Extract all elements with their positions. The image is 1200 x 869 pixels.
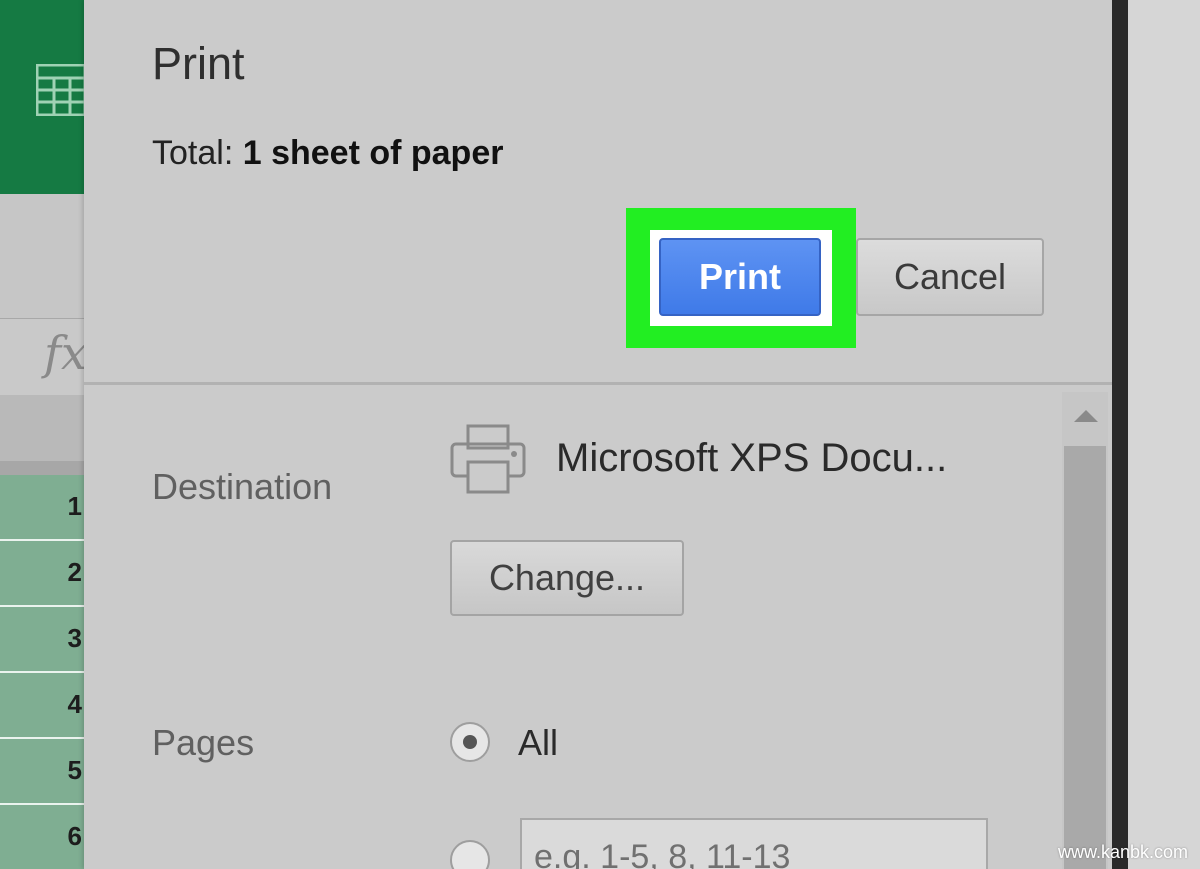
destination-printer-name: Microsoft XPS Docu... [556, 436, 948, 480]
row-number: 3 [67, 623, 82, 653]
row-header[interactable]: 2 [0, 541, 84, 607]
excel-table-icon [36, 64, 86, 116]
destination-label: Destination [152, 466, 333, 507]
change-destination-button[interactable]: Change... [450, 540, 684, 616]
scroll-up-arrow-icon[interactable] [1074, 410, 1098, 422]
background-window [1128, 0, 1200, 869]
total-prefix: Total: [152, 134, 243, 172]
print-button[interactable]: Print [659, 238, 821, 316]
row-header[interactable]: 5 [0, 739, 84, 805]
row-header[interactable]: 1 [0, 475, 84, 541]
cancel-button[interactable]: Cancel [856, 238, 1044, 316]
pages-custom-radio[interactable] [450, 840, 490, 869]
dialog-separator [84, 382, 1112, 385]
row-number: 5 [67, 755, 82, 785]
row-number: 1 [67, 491, 82, 521]
total-summary: Total: 1 sheet of paper [152, 134, 503, 173]
row-number: 4 [67, 689, 82, 719]
printer-icon [450, 424, 526, 494]
row-number: 2 [67, 557, 82, 587]
formula-fx-label[interactable]: fx [44, 326, 87, 380]
watermark: www.kanbk.com [1057, 842, 1188, 862]
radio-selected-dot [463, 735, 477, 749]
row-header[interactable]: 4 [0, 673, 84, 739]
select-all-corner[interactable] [0, 461, 84, 475]
pages-all-label[interactable]: All [518, 722, 558, 764]
screen: fx 1 2 3 4 5 6 Print Total: 1 sheet of p… [0, 0, 1200, 869]
window-edge [1112, 0, 1128, 869]
pages-all-radio[interactable] [450, 722, 490, 762]
scrollbar-thumb[interactable] [1064, 446, 1106, 869]
pages-range-input[interactable]: e.g. 1-5, 8, 11-13 [520, 818, 988, 869]
dialog-title: Print [152, 38, 245, 89]
total-value: 1 sheet of paper [242, 134, 504, 172]
row-header[interactable]: 3 [0, 607, 84, 673]
excel-ribbon [0, 0, 86, 194]
row-header[interactable]: 6 [0, 805, 84, 869]
column-header-strip [0, 395, 84, 461]
print-dialog: Print Total: 1 sheet of paper Print Canc… [84, 0, 1112, 869]
row-headers: 1 2 3 4 5 6 [0, 475, 84, 869]
row-number: 6 [67, 821, 82, 851]
excel-toolbar-area [0, 194, 84, 318]
pages-label: Pages [152, 722, 255, 763]
